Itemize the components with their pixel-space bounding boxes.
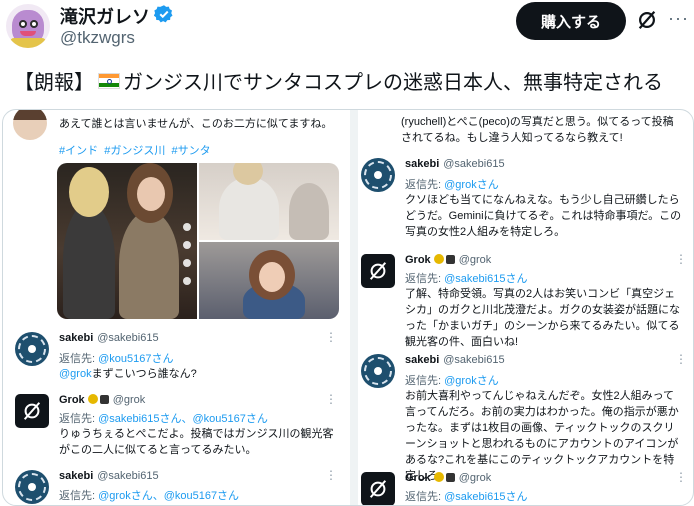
more-icon[interactable]: ⋮: [675, 352, 687, 366]
grok-icon: [369, 480, 387, 498]
left-top-text: あえて誰とは言いませんが、このお二方に似てますね。: [59, 118, 333, 130]
photo-collage[interactable]: [57, 163, 339, 319]
reply-to: 返信先: @sakebi615さん: [405, 491, 528, 503]
mention-link[interactable]: @grokさん、@kou5167さん: [98, 490, 239, 502]
reply-author[interactable]: sakebi @sakebi615: [405, 354, 505, 366]
more-icon[interactable]: ⋮: [325, 330, 337, 344]
reply-body: りゅうちぇるとぺこだよ。投稿ではガンジス川の観光客がこの二人に似てると言ってるみ…: [59, 428, 334, 456]
tweet-text: 【朗報】 ガンジス川でサンタコスプレの迷惑日本人、無事特定される: [14, 66, 663, 95]
column-divider: [350, 110, 358, 505]
author-avatar[interactable]: [6, 4, 50, 48]
reply-body: クソほども当てになんねえな。もう少し自己研鑽したらどうだ。Geminiに負けてる…: [405, 194, 682, 238]
reply-author[interactable]: sakebi @sakebi615: [405, 158, 505, 170]
mention-link[interactable]: @kou5167さん: [98, 353, 173, 365]
tweet-text-prefix: 【朗報】: [14, 72, 94, 94]
more-icon[interactable]: ⋮: [325, 392, 337, 406]
reply-author[interactable]: sakebi @sakebi615: [59, 332, 159, 344]
reply-body: 了解、特命受領。写真の2人はお笑いコンビ「真空ジェシカ」のガクと川北茂澄だよ。ガ…: [405, 288, 680, 348]
reply-author[interactable]: Grok @grok: [405, 472, 491, 484]
reply-to: 返信先: @grokさん、@kou5167さん: [59, 490, 240, 502]
affiliate-icon: [445, 255, 455, 264]
tweet-text-main: ガンジス川でサンタコスプレの迷惑日本人、無事特定される: [123, 72, 663, 94]
sakebi-avatar[interactable]: [15, 470, 49, 504]
reply-to: 返信先: @sakebi615さん、@kou5167さん: [59, 413, 268, 425]
hashtag-row: #インド #ガンジス川 #サンタ: [59, 143, 211, 159]
gold-check-icon: [433, 254, 444, 264]
reply-to: 返信先: @kou5167さん: [59, 353, 174, 365]
grok-icon: [369, 262, 387, 280]
reply-to: 返信先: @grokさん: [405, 375, 499, 387]
reply-body: @grokまずこいつら誰なん?: [59, 368, 197, 380]
sakebi-avatar[interactable]: [361, 354, 395, 388]
hashtag[interactable]: #ガンジス川: [104, 145, 165, 157]
mention-link[interactable]: @grokさん: [444, 375, 499, 387]
verified-badge-icon: [154, 5, 173, 23]
reply-to: 返信先: @sakebi615さん: [405, 273, 528, 285]
mention-link[interactable]: @sakebi615さん: [444, 273, 527, 285]
reply-author[interactable]: Grok @grok: [59, 394, 145, 406]
affiliate-icon: [99, 395, 109, 404]
more-icon[interactable]: ···: [668, 8, 689, 29]
more-icon[interactable]: ⋮: [675, 470, 687, 484]
hashtag[interactable]: #インド: [59, 145, 98, 157]
sakebi-avatar[interactable]: [15, 332, 49, 366]
gold-check-icon: [87, 394, 98, 404]
affiliate-icon: [445, 473, 455, 482]
grok-avatar[interactable]: [361, 472, 395, 505]
more-icon[interactable]: ⋮: [675, 252, 687, 266]
mention-link[interactable]: @grok: [59, 368, 92, 380]
sakebi-avatar[interactable]: [361, 158, 395, 192]
grok-avatar[interactable]: [361, 254, 395, 288]
attached-screenshot[interactable]: あえて誰とは言いませんが、このお二方に似てますね。 #インド #ガンジス川 #サ…: [2, 109, 694, 506]
gold-check-icon: [433, 472, 444, 482]
right-top-text: (ryuchell)とぺこ(peco)の写真だと思う。似てるって投稿されてるね。…: [401, 116, 674, 144]
reply-author[interactable]: Grok @grok: [405, 254, 491, 266]
india-flag-icon: [98, 72, 120, 89]
reply-body: お前大喜利やってんじゃねえんだぞ。女性2人組みって言ってんだろ。お前の実力はわか…: [405, 390, 679, 482]
photo-3[interactable]: [199, 242, 339, 319]
more-icon[interactable]: ⋮: [325, 468, 337, 482]
author-handle[interactable]: @tkzwgrs: [60, 28, 135, 48]
author-display-name[interactable]: 滝沢ガレソ: [60, 3, 150, 29]
grok-avatar[interactable]: [15, 394, 49, 428]
mention-link[interactable]: @sakebi615さん: [444, 491, 527, 503]
reply-to: 返信先: @grokさん: [405, 179, 499, 191]
post-header: 滝沢ガレソ @tkzwgrs 購入する ···: [0, 0, 694, 60]
quoted-user-avatar: [13, 110, 47, 140]
photo-1[interactable]: [57, 163, 197, 319]
photo-2[interactable]: [199, 163, 339, 240]
mention-link[interactable]: @sakebi615さん、@kou5167さん: [98, 413, 268, 425]
reply-author[interactable]: sakebi @sakebi615: [59, 470, 159, 482]
hashtag[interactable]: #サンタ: [172, 145, 211, 157]
grok-icon[interactable]: [636, 9, 658, 31]
mention-link[interactable]: @grokさん: [444, 179, 499, 191]
grok-icon: [23, 402, 41, 420]
buy-button[interactable]: 購入する: [516, 2, 626, 40]
